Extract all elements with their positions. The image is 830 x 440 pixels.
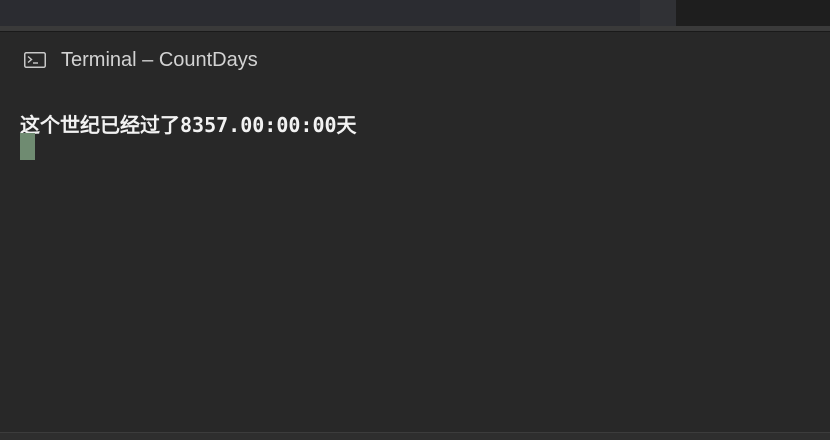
scrollbar-edge xyxy=(640,0,676,26)
editor-area-edge xyxy=(0,0,640,26)
panel-title: Terminal – CountDays xyxy=(61,49,258,71)
panel-header: Terminal – CountDays xyxy=(0,32,830,88)
terminal-window: Terminal – CountDays 这个世纪已经过了8357.00:00:… xyxy=(0,0,830,440)
terminal-output-line: 这个世纪已经过了8357.00:00:00天 xyxy=(20,113,357,137)
terminal-cursor xyxy=(20,133,35,160)
top-toolbar-strip xyxy=(0,0,830,26)
terminal-output-area[interactable]: 这个世纪已经过了8357.00:00:00天 xyxy=(0,88,830,432)
bottom-border xyxy=(0,432,830,440)
side-panel-edge xyxy=(676,0,830,26)
terminal-icon xyxy=(24,52,46,68)
